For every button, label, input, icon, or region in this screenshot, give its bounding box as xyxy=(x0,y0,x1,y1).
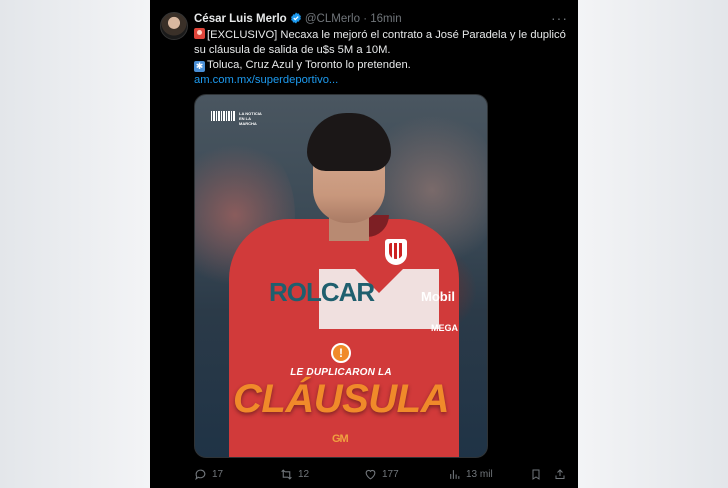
siren-emoji xyxy=(194,28,205,39)
tweet-text-line2: Toluca, Cruz Azul y Toronto lo pretenden… xyxy=(207,59,411,71)
media-logo-text: LA NOTICIA EN LA MARCHA xyxy=(239,111,262,126)
repost-icon xyxy=(280,468,293,481)
share-button[interactable] xyxy=(554,468,566,481)
more-options-icon[interactable]: ··· xyxy=(551,10,568,26)
separator-dot: · xyxy=(363,13,368,25)
bookmark-button[interactable] xyxy=(530,468,542,481)
author-handle[interactable]: @CLMerlo xyxy=(305,13,360,25)
page-background-left xyxy=(0,0,150,488)
tweet-card[interactable]: César Luis Merlo @CLMerlo · 16min ··· [E… xyxy=(150,0,578,488)
reply-count: 17 xyxy=(212,469,224,480)
tweet-header: César Luis Merlo @CLMerlo · 16min ··· xyxy=(194,10,568,28)
exclamation-icon: ! xyxy=(331,343,351,363)
player-shirt: ROLCAR xyxy=(229,215,459,457)
tweet-text: [EXCLUSIVO] Necaxa le mejoró el contrato… xyxy=(194,28,566,88)
page-background-right xyxy=(578,0,728,488)
like-count: 177 xyxy=(382,469,399,480)
views-button[interactable]: 13 mil xyxy=(448,468,493,481)
repost-count: 12 xyxy=(298,469,310,480)
player-hair xyxy=(307,113,391,171)
views-icon xyxy=(448,468,461,481)
bookmark-icon xyxy=(530,468,542,481)
reply-button[interactable]: 17 xyxy=(194,468,223,481)
shirt-sponsor-right: Mobil xyxy=(421,289,455,304)
tweet-media-image[interactable]: LA NOTICIA EN LA MARCHA ROLCAR Mobil MEG… xyxy=(194,94,488,458)
heart-icon xyxy=(364,468,377,481)
shirt-sponsor-lower: MEGA xyxy=(431,323,458,333)
snowflake-emoji: ✱ xyxy=(194,61,205,72)
barcode-icon xyxy=(211,111,235,121)
verified-badge-icon xyxy=(290,12,302,27)
repost-button[interactable]: 12 xyxy=(280,468,309,481)
tweet-text-line1: [EXCLUSIVO] Necaxa le mejoró el contrato… xyxy=(194,29,566,56)
media-logo: LA NOTICIA EN LA MARCHA xyxy=(211,111,265,126)
tweet-time[interactable]: 16min xyxy=(370,13,401,25)
avatar[interactable] xyxy=(160,12,188,40)
club-crest-icon xyxy=(385,239,407,265)
author-name[interactable]: César Luis Merlo xyxy=(194,13,287,25)
views-count: 13 mil xyxy=(466,469,493,480)
brand-logo: GM xyxy=(332,433,349,445)
tweet-link[interactable]: am.com.mx/superdeportivo... xyxy=(194,74,338,86)
shirt-sponsor: ROLCAR xyxy=(269,277,375,307)
caption-big: CLÁUSULA xyxy=(233,377,449,421)
reply-icon xyxy=(194,468,207,481)
share-icon xyxy=(554,468,566,481)
like-button[interactable]: 177 xyxy=(364,468,399,481)
tweet-actions: 17 12 177 13 mil xyxy=(194,468,568,484)
